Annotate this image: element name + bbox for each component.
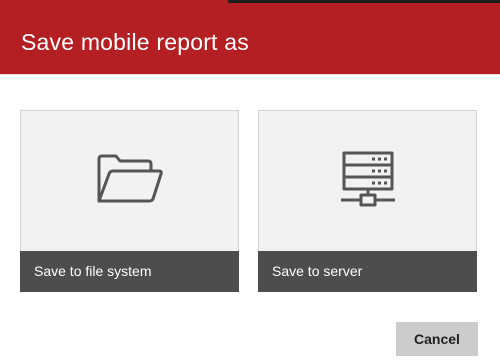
dialog-header: Save mobile report as: [0, 3, 500, 74]
dialog-title: Save mobile report as: [21, 29, 249, 55]
option-footer: Save to file system: [20, 251, 239, 292]
option-footer: Save to server: [258, 251, 477, 292]
save-to-file-system-label: Save to file system: [34, 263, 152, 279]
server-icon: [337, 151, 399, 218]
folder-icon: [96, 151, 164, 212]
save-to-file-system-option[interactable]: Save to file system: [20, 110, 239, 292]
save-to-server-option[interactable]: Save to server: [258, 110, 477, 292]
save-to-server-label: Save to server: [272, 263, 363, 279]
header-divider: [0, 74, 500, 75]
cancel-button[interactable]: Cancel: [396, 322, 478, 356]
